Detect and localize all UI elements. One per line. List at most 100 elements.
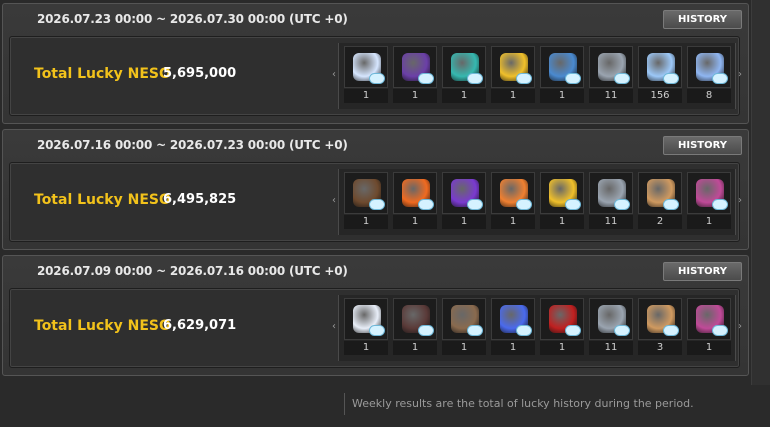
reward-summary: Total Lucky NESO 6,629,071 ‹ › 1 1 1 1 1 11 3 1 — [9, 288, 742, 368]
reward-item-slot[interactable]: 8 — [687, 46, 731, 104]
history-button[interactable]: HISTORY — [663, 262, 742, 281]
item-frame — [638, 298, 682, 340]
item-count: 1 — [393, 89, 437, 103]
item-frame — [540, 46, 584, 88]
cloud-badge-icon — [712, 325, 728, 336]
scroll-left-icon[interactable]: ‹ — [332, 321, 336, 332]
item-frame — [540, 172, 584, 214]
scroll-right-icon[interactable]: › — [738, 195, 742, 206]
reward-item-slot[interactable]: 11 — [589, 298, 633, 356]
total-lucky-neso-value: 5,695,000 — [163, 66, 237, 81]
reward-item-slot[interactable]: 1 — [491, 172, 535, 230]
reward-item-slot[interactable]: 1 — [540, 172, 584, 230]
item-count: 1 — [491, 215, 535, 229]
cloud-badge-icon — [418, 325, 434, 336]
total-lucky-neso-label: Total Lucky NESO — [34, 192, 171, 208]
item-frame — [638, 172, 682, 214]
item-frame — [344, 172, 388, 214]
reward-item-slot[interactable]: 1 — [442, 298, 486, 356]
total-lucky-neso-label: Total Lucky NESO — [34, 318, 171, 334]
cloud-badge-icon — [467, 73, 483, 84]
reward-item-slot[interactable]: 1 — [393, 46, 437, 104]
cloud-badge-icon — [418, 73, 434, 84]
reward-item-strip: ‹ › 1 1 1 1 1 11 2 1 — [332, 169, 742, 235]
cloud-badge-icon — [565, 325, 581, 336]
item-count: 156 — [638, 89, 682, 103]
history-button[interactable]: HISTORY — [663, 136, 742, 155]
cloud-badge-icon — [418, 199, 434, 210]
footer-note: Weekly results are the total of lucky hi… — [352, 397, 694, 410]
cloud-badge-icon — [565, 73, 581, 84]
cloud-badge-icon — [614, 325, 630, 336]
reward-summary: Total Lucky NESO 6,495,825 ‹ › 1 1 1 1 1 11 2 1 — [9, 162, 742, 242]
item-frame — [393, 46, 437, 88]
period-range: 2026.07.23 00:00 ~ 2026.07.30 00:00 (UTC… — [37, 12, 348, 26]
cloud-badge-icon — [467, 199, 483, 210]
item-count: 1 — [344, 341, 388, 355]
item-count: 1 — [344, 215, 388, 229]
scroll-right-icon[interactable]: › — [738, 321, 742, 332]
reward-item-slot[interactable]: 3 — [638, 298, 682, 356]
item-frame — [344, 298, 388, 340]
item-count: 8 — [687, 89, 731, 103]
reward-item-slot[interactable]: 1 — [540, 298, 584, 356]
item-frame — [442, 298, 486, 340]
cloud-badge-icon — [516, 325, 532, 336]
reward-item-slot[interactable]: 1 — [442, 46, 486, 104]
total-lucky-neso-value: 6,629,071 — [163, 318, 237, 333]
scrollbar-track[interactable] — [751, 0, 770, 385]
item-frame — [589, 172, 633, 214]
scroll-left-icon[interactable]: ‹ — [332, 69, 336, 80]
reward-item-slot[interactable]: 1 — [687, 298, 731, 356]
reward-item-slot[interactable]: 1 — [393, 172, 437, 230]
item-count: 1 — [442, 341, 486, 355]
weekly-panel: 2026.07.23 00:00 ~ 2026.07.30 00:00 (UTC… — [2, 3, 749, 124]
reward-item-slot[interactable]: 1 — [344, 172, 388, 230]
item-count: 1 — [344, 89, 388, 103]
item-count: 11 — [589, 215, 633, 229]
total-lucky-neso-value: 6,495,825 — [163, 192, 237, 207]
reward-item-slot[interactable]: 1 — [393, 298, 437, 356]
footer-divider — [344, 393, 345, 415]
item-count: 1 — [393, 215, 437, 229]
reward-item-slot[interactable]: 2 — [638, 172, 682, 230]
item-frame — [687, 298, 731, 340]
item-frame — [442, 172, 486, 214]
cloud-badge-icon — [369, 73, 385, 84]
scroll-right-icon[interactable]: › — [738, 69, 742, 80]
period-range: 2026.07.16 00:00 ~ 2026.07.23 00:00 (UTC… — [37, 138, 348, 152]
item-frame — [687, 172, 731, 214]
cloud-badge-icon — [712, 199, 728, 210]
scroll-left-icon[interactable]: ‹ — [332, 195, 336, 206]
reward-item-slot[interactable]: 1 — [491, 46, 535, 104]
item-frame — [540, 298, 584, 340]
reward-item-slot[interactable]: 11 — [589, 172, 633, 230]
cloud-badge-icon — [712, 73, 728, 84]
cloud-badge-icon — [369, 325, 385, 336]
cloud-badge-icon — [369, 199, 385, 210]
reward-item-slot[interactable]: 1 — [344, 46, 388, 104]
item-count: 1 — [442, 89, 486, 103]
reward-item-slot[interactable]: 1 — [442, 172, 486, 230]
item-frame — [393, 298, 437, 340]
reward-item-slot[interactable]: 11 — [589, 46, 633, 104]
reward-item-slot[interactable]: 1 — [344, 298, 388, 356]
reward-item-strip: ‹ › 1 1 1 1 1 11 3 1 — [332, 295, 742, 361]
cloud-badge-icon — [663, 73, 679, 84]
item-frame — [393, 172, 437, 214]
item-count: 1 — [393, 341, 437, 355]
item-count: 1 — [540, 89, 584, 103]
item-frame — [589, 298, 633, 340]
item-frame — [491, 172, 535, 214]
reward-item-slot[interactable]: 1 — [491, 298, 535, 356]
reward-item-slot[interactable]: 156 — [638, 46, 682, 104]
history-button[interactable]: HISTORY — [663, 10, 742, 29]
reward-item-slot[interactable]: 1 — [540, 46, 584, 104]
item-frame — [344, 46, 388, 88]
item-count: 1 — [442, 215, 486, 229]
weekly-panel: 2026.07.09 00:00 ~ 2026.07.16 00:00 (UTC… — [2, 255, 749, 376]
item-count: 1 — [540, 215, 584, 229]
reward-item-slot[interactable]: 1 — [687, 172, 731, 230]
cloud-badge-icon — [663, 325, 679, 336]
cloud-badge-icon — [663, 199, 679, 210]
